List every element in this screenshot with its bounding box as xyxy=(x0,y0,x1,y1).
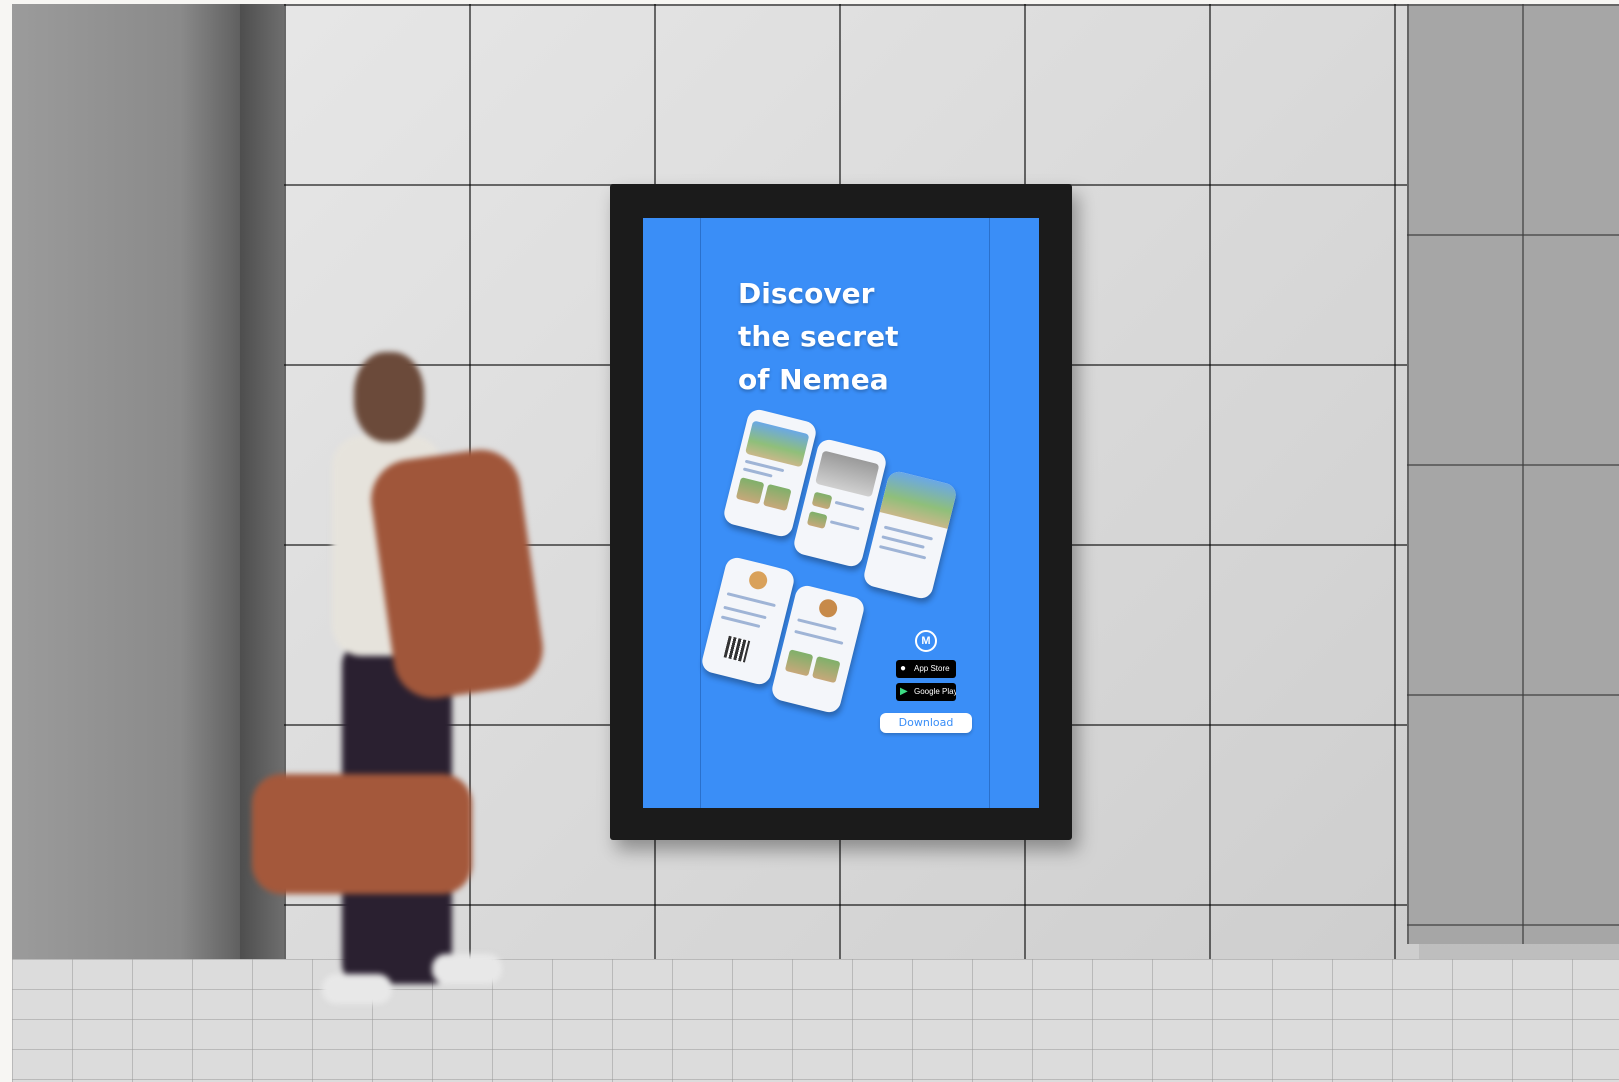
apple-icon: ● xyxy=(900,663,907,674)
phone-thumbnail xyxy=(811,491,833,510)
google-play-badge[interactable]: ▶ Google Play xyxy=(896,683,956,701)
walking-person xyxy=(242,344,548,1064)
avatar xyxy=(817,597,840,620)
poster-headline: Discover the secret of Nemea xyxy=(738,272,958,401)
nemea-logo-icon: M xyxy=(915,630,937,652)
phone-text-line xyxy=(720,615,761,629)
phone-thumbnail xyxy=(811,656,841,684)
phone-thumbnail xyxy=(784,649,814,677)
headline-line-1: Discover xyxy=(738,277,875,310)
street-scene: Discover the secret of Nemea M ● App Sto… xyxy=(12,4,1619,1082)
shoulder-bag xyxy=(366,444,548,704)
google-play-icon: ▶ xyxy=(900,686,908,697)
headline-line-3: of Nemea xyxy=(738,363,889,396)
phone-thumbnail xyxy=(762,483,792,512)
app-store-badge[interactable]: ● App Store xyxy=(896,660,956,678)
app-store-label: App Store xyxy=(914,664,950,673)
phone-text-line xyxy=(834,500,865,511)
headline-line-2: the secret xyxy=(738,320,899,353)
qr-code-icon xyxy=(723,635,751,663)
phone-text-line xyxy=(794,629,844,645)
duffel-bag xyxy=(252,774,472,894)
phone-text-line xyxy=(726,592,776,608)
phone-photo xyxy=(745,420,810,468)
phone-photo xyxy=(815,450,880,498)
person-head xyxy=(354,352,424,442)
stone-wall xyxy=(1407,4,1619,944)
phone-text-line xyxy=(742,467,773,478)
phone-text-line xyxy=(797,618,837,631)
download-button[interactable]: Download xyxy=(880,713,972,733)
billboard-frame: Discover the secret of Nemea M ● App Sto… xyxy=(610,184,1072,840)
poster: Discover the secret of Nemea M ● App Sto… xyxy=(643,218,1039,808)
google-play-label: Google Play xyxy=(914,687,956,696)
ticket-icon xyxy=(747,569,770,592)
person-shoe xyxy=(322,974,392,1004)
phone-thumbnail xyxy=(735,477,765,505)
person-shoe xyxy=(432,954,502,984)
phone-thumbnail xyxy=(806,511,828,529)
phone-text-line xyxy=(829,520,860,531)
